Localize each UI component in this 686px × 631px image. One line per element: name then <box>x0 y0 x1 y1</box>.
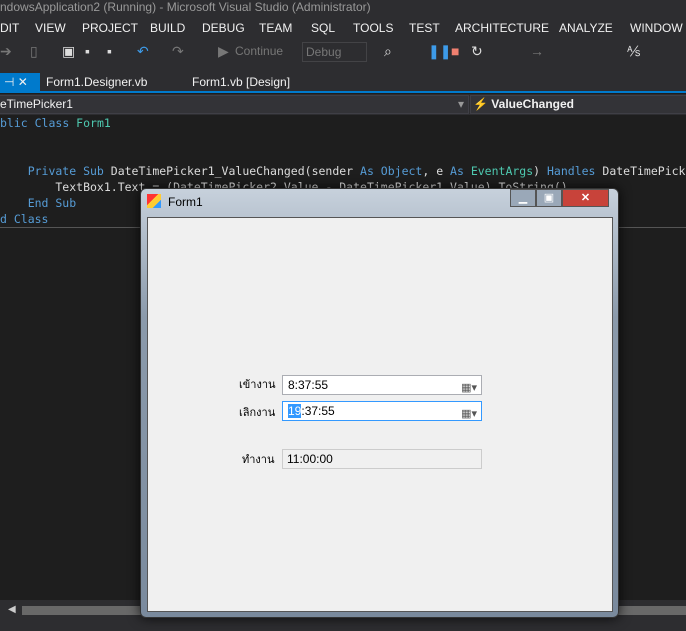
pause-icon[interactable]: ❚❚ <box>428 43 451 60</box>
code-token: Form1 <box>76 116 111 130</box>
tab-form1-design[interactable]: Form1.vb [Design] <box>188 73 294 91</box>
code-token: ) <box>533 164 547 178</box>
find-icon[interactable]: ⌕ <box>384 43 392 60</box>
open-file-icon[interactable]: ▣ <box>62 43 75 60</box>
step-icon[interactable]: → <box>530 43 544 59</box>
code-token: Private Sub <box>0 164 111 178</box>
redo-icon[interactable]: ↷ <box>172 43 184 60</box>
menu-test[interactable]: TEST <box>409 21 440 35</box>
scroll-left-icon[interactable]: ◀ <box>8 604 16 615</box>
code-token: Class <box>34 116 77 130</box>
restart-icon[interactable]: ↻ <box>471 43 483 60</box>
new-project-icon[interactable]: ▯ <box>30 43 38 60</box>
event-icon: ⚡ <box>473 97 488 111</box>
menu-view[interactable]: VIEW <box>35 21 66 35</box>
object-name: eTimePicker1 <box>0 97 73 111</box>
code-token: As <box>450 164 471 178</box>
maximize-button[interactable]: ▣ <box>536 189 562 207</box>
toolbar: ➔ ▯ ▣ ▪ ▪ ↶ ↷ ▶ Continue Debug ⌕ ❚❚ ■ ↻ … <box>0 39 686 65</box>
navigate-forward-icon[interactable]: ➔ <box>0 43 12 60</box>
tab-form1-designer[interactable]: Form1.Designer.vb <box>42 73 151 91</box>
event-dropdown[interactable]: ⚡ ValueChanged <box>470 95 686 114</box>
code-token: , e <box>422 164 451 178</box>
form-title: Form1 <box>168 195 203 209</box>
document-tabs: ⊣ ✕ Form1.Designer.vb Form1.vb [Design] <box>0 65 686 93</box>
start-time-label: เข้างาน <box>239 379 276 391</box>
calendar-dropdown-icon[interactable]: ▦▾ <box>461 405 477 423</box>
minimize-button[interactable]: ▁ <box>510 189 536 207</box>
code-token: EventArgs <box>470 164 534 178</box>
continue-icon[interactable]: ▶ <box>218 43 229 60</box>
undo-icon[interactable]: ↶ <box>137 43 149 60</box>
code-token: blic <box>0 116 35 130</box>
menu-build[interactable]: BUILD <box>150 21 185 35</box>
code-token: Handles <box>547 164 603 178</box>
form-app-icon <box>147 194 161 208</box>
start-time-picker[interactable]: 8:37:55 ▦▾ <box>282 375 482 395</box>
menu-edit[interactable]: DIT <box>0 21 19 35</box>
event-name: ValueChanged <box>491 97 574 111</box>
work-duration-textbox[interactable]: 11:00:00 <box>282 449 482 469</box>
config-dropdown[interactable]: Debug <box>302 42 367 62</box>
save-all-icon[interactable]: ▪ <box>107 43 112 59</box>
menu-project[interactable]: PROJECT <box>82 21 138 35</box>
window-title: ndowsApplication2 (Running) - Microsoft … <box>0 0 686 17</box>
chevron-down-icon: ▾ <box>457 97 464 111</box>
calendar-dropdown-icon[interactable]: ▦▾ <box>461 379 477 397</box>
pin-icon[interactable]: ⊣ <box>4 75 14 89</box>
code-token: DateTimePicker1_ValueChanged(sender <box>110 164 361 178</box>
menu-architecture[interactable]: ARCHITECTURE <box>455 21 549 35</box>
menu-tools[interactable]: TOOLS <box>353 21 393 35</box>
menu-debug[interactable]: DEBUG <box>202 21 245 35</box>
end-time-picker[interactable]: 19:37:55 ▦▾ <box>282 401 482 421</box>
close-icon[interactable]: ✕ <box>18 75 28 89</box>
close-button[interactable]: ✕ <box>562 189 609 207</box>
code-line: d Class <box>0 212 49 226</box>
menu-analyze[interactable]: ANALYZE <box>559 21 613 35</box>
stop-icon[interactable]: ■ <box>451 43 459 59</box>
object-dropdown[interactable]: eTimePicker1 ▾ <box>0 95 469 114</box>
code-token: DateTimePicker1 <box>602 164 686 178</box>
continue-button[interactable]: Continue <box>235 44 283 58</box>
menu-sql[interactable]: SQL <box>311 21 335 35</box>
start-time-value: 8:37:55 <box>288 378 329 392</box>
end-time-rest: :37:55 <box>301 404 335 418</box>
form1-window: Form1 ▁ ▣ ✕ เข้างาน 8:37:55 ▦▾ เลิกงาน 19… <box>140 188 619 618</box>
end-time-hour-selected[interactable]: 19 <box>288 404 302 418</box>
work-duration-label: ทำงาน <box>242 454 275 466</box>
navigation-bar: eTimePicker1 ▾ ⚡ ValueChanged <box>0 94 686 115</box>
code-token: As Object <box>360 164 423 178</box>
end-time-label: เลิกงาน <box>239 407 276 419</box>
breakpoint-icon[interactable]: ⅍ <box>627 43 640 59</box>
menu-window[interactable]: WINDOW <box>630 21 683 35</box>
active-tab-controls[interactable]: ⊣ ✕ <box>0 73 40 91</box>
menu-team[interactable]: TEAM <box>259 21 292 35</box>
menu-bar: DIT VIEW PROJECT BUILD DEBUG TEAM SQL TO… <box>0 17 686 39</box>
code-line: End Sub <box>0 196 77 210</box>
form-client-area: เข้างาน 8:37:55 ▦▾ เลิกงาน 19:37:55 ▦▾ ทำง… <box>147 217 613 612</box>
save-icon[interactable]: ▪ <box>85 43 90 59</box>
